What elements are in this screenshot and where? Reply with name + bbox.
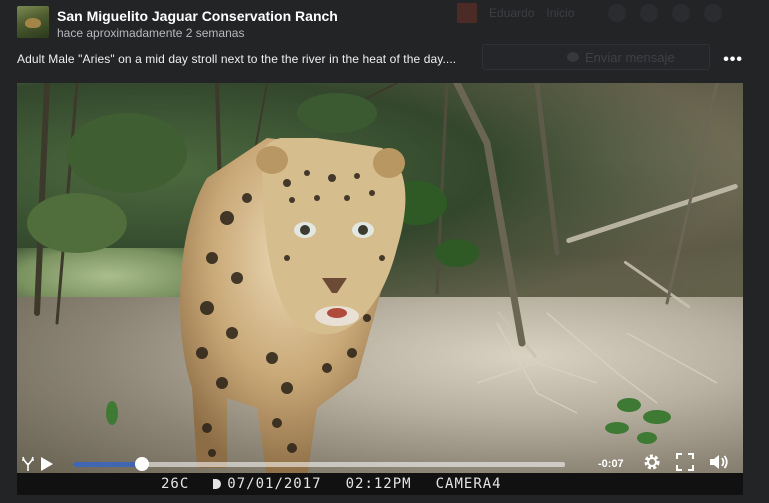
progress-handle[interactable] — [134, 456, 149, 471]
play-icon[interactable] — [41, 457, 53, 471]
camera-time: 02:12PM — [345, 476, 412, 492]
video-controls: -0:07 — [17, 452, 743, 473]
post-header: San Miguelito Jaguar Conservation Ranch … — [17, 6, 338, 40]
post-caption: Adult Male "Aries" on a mid day stroll n… — [17, 52, 457, 66]
camera-id: CAMERA4 — [435, 476, 502, 492]
antler-logo-icon — [21, 456, 35, 472]
video-frame: -0:07 26C 07/01/2017 02:12PM CAMERA4 — [17, 83, 743, 495]
background-user-name: Eduardo — [489, 6, 535, 20]
background-home-link: Inicio — [546, 6, 575, 20]
jaguar — [180, 138, 406, 478]
help-icon — [704, 4, 723, 22]
progress-bar[interactable] — [73, 456, 565, 471]
background-top-bar: Eduardo Inicio — [445, 0, 769, 26]
progress-fill — [73, 461, 142, 467]
notifications-icon — [672, 4, 691, 22]
background-nav-icons — [608, 4, 723, 22]
video-player[interactable]: -0:07 26C 07/01/2017 02:12PM CAMERA4 — [17, 83, 743, 495]
camera-date-text: 07/01/2017 — [227, 476, 322, 492]
more-options-icon[interactable]: ••• — [723, 52, 743, 68]
background-message-button: Enviar mensaje — [482, 44, 710, 70]
background-message-label: Enviar mensaje — [585, 49, 675, 65]
avatar-image[interactable] — [17, 6, 49, 38]
messenger-icon — [567, 52, 579, 62]
post-timestamp[interactable]: hace aproximadamente 2 semanas — [57, 26, 338, 40]
messages-icon — [640, 4, 659, 22]
background-user-avatar — [457, 3, 477, 23]
friend-requests-icon — [608, 4, 627, 22]
camera-stamp: 26C 07/01/2017 02:12PM CAMERA4 — [17, 473, 743, 495]
camera-date: 07/01/2017 — [213, 476, 321, 492]
moon-phase-icon — [213, 479, 222, 489]
time-remaining: -0:07 — [598, 458, 624, 470]
camera-temperature: 26C — [161, 476, 190, 492]
page-name-link[interactable]: San Miguelito Jaguar Conservation Ranch — [57, 8, 338, 24]
post-meta: San Miguelito Jaguar Conservation Ranch … — [57, 6, 338, 40]
